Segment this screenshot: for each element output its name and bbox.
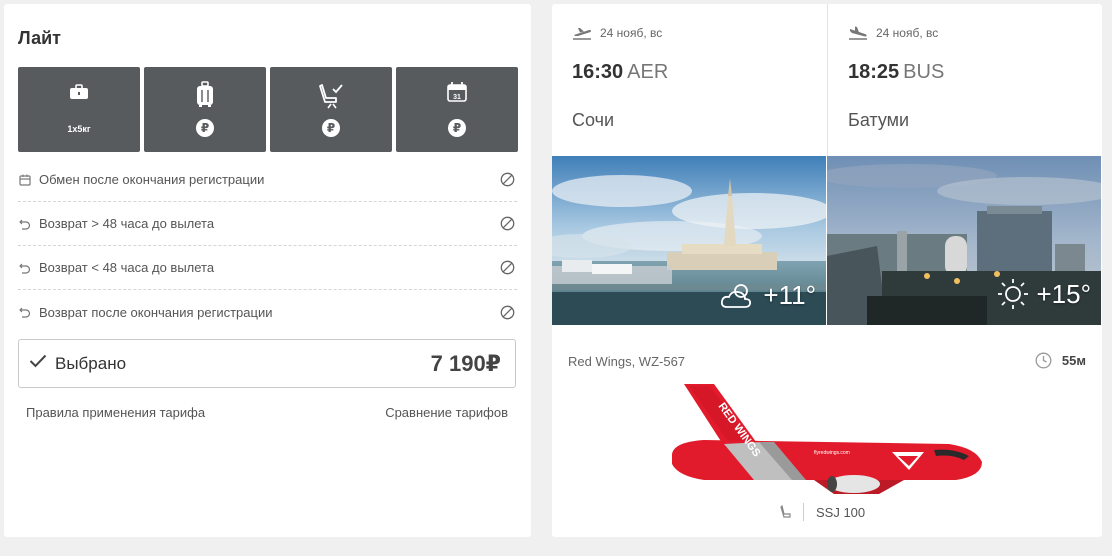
flight-card: 24 нояб, вс 16:30 AER Сочи 24 нояб, вс 18… <box>552 4 1102 537</box>
rule-refund-after-checkin: Возврат после окончания регистрации <box>18 290 517 334</box>
return-arrow-icon <box>19 306 39 318</box>
seat-icon <box>780 505 791 518</box>
rule-label: Возврат после окончания регистрации <box>39 304 273 320</box>
return-arrow-icon <box>19 262 39 274</box>
return-arrow-icon <box>19 218 39 230</box>
tariff-card: Лайт 1x5кг ₽ ₽ 31 ₽ Обмен после окончани… <box>4 4 531 537</box>
aircraft-model: SSJ 100 <box>816 504 866 520</box>
arrival-date: 24 нояб, вс <box>876 26 939 40</box>
not-allowed-icon <box>497 216 515 231</box>
not-allowed-icon <box>497 260 515 275</box>
seat-selection-icon <box>319 84 343 109</box>
divider <box>803 503 804 521</box>
tariff-title: Лайт <box>18 28 61 48</box>
paid-option-icon: ₽ <box>322 119 340 137</box>
rule-label: Возврат > 48 часа до вылета <box>39 216 215 231</box>
arrival-city: Батуми <box>848 110 910 130</box>
duration-value: 55м <box>1061 353 1086 368</box>
calendar-icon: 31 <box>447 82 467 102</box>
briefcase-icon <box>70 84 88 99</box>
departure-time: 16:30 <box>572 61 624 83</box>
not-allowed-icon <box>497 172 515 187</box>
tariff-rules-list: Обмен после окончания регистрации Возвра… <box>18 158 517 334</box>
livery-small-text: flyredwings.com <box>814 450 850 456</box>
flight-duration: 55м <box>1035 352 1086 369</box>
departure-date: 24 нояб, вс <box>600 26 663 40</box>
calendar-small-icon <box>19 174 39 186</box>
arrival-time: 18:25 <box>848 61 900 83</box>
aircraft-image: RED WINGS flyredwings.com <box>672 384 982 494</box>
rule-label: Возврат < 48 часа до вылета <box>39 260 215 275</box>
clock-icon <box>1035 352 1052 369</box>
carrier-flight-number: Red Wings, WZ-567 <box>568 354 686 369</box>
hand-luggage-allowance: 1x5кг <box>67 124 91 134</box>
selected-label: Выбрано <box>55 353 127 373</box>
option-baggage[interactable]: ₽ <box>144 67 266 152</box>
departure-city-photo: +11° <box>552 156 826 325</box>
departure-column: 24 нояб, вс 16:30 AER Сочи <box>552 4 827 156</box>
option-hand-luggage[interactable]: 1x5кг <box>18 67 140 152</box>
departure-weather: +11° <box>719 280 816 311</box>
partly-cloudy-icon <box>721 283 752 308</box>
arrival-airport-code: BUS <box>903 61 945 83</box>
rule-refund-under-48h: Возврат < 48 часа до вылета <box>18 246 517 290</box>
tariff-price: 7 190₽ <box>430 350 501 376</box>
sun-icon <box>998 279 1029 309</box>
tariff-options: 1x5кг ₽ ₽ 31 ₽ <box>18 67 518 152</box>
rule-label: Обмен после окончания регистрации <box>39 172 265 187</box>
rule-exchange-after-checkin: Обмен после окончания регистрации <box>18 158 517 202</box>
paid-option-icon: ₽ <box>448 119 466 137</box>
arrival-city-photo: +15° <box>827 156 1101 325</box>
takeoff-icon <box>573 28 591 40</box>
option-seat-selection[interactable]: ₽ <box>270 67 392 152</box>
departure-airport-code: AER <box>627 61 669 83</box>
option-exchange[interactable]: 31 ₽ <box>396 67 518 152</box>
suitcase-icon <box>197 81 213 107</box>
landing-icon <box>849 26 867 40</box>
aircraft-type: SSJ 100 <box>780 503 865 521</box>
arrival-column: 24 нояб, вс 18:25 BUS Батуми <box>827 4 1102 156</box>
svg-text:31: 31 <box>453 94 461 101</box>
departure-temperature: +11° <box>763 280 816 310</box>
departure-time-row: 16:30 AER <box>572 61 668 84</box>
arrival-temperature: +15° <box>1036 278 1091 309</box>
arrival-weather: +15° <box>996 277 1091 311</box>
check-icon <box>29 354 49 373</box>
tariff-rules-link[interactable]: Правила применения тарифа <box>26 405 205 420</box>
departure-city: Сочи <box>572 110 615 130</box>
select-tariff-button[interactable]: Выбрано 7 190₽ <box>18 339 516 388</box>
compare-tariffs-link[interactable]: Сравнение тарифов <box>385 405 508 420</box>
not-allowed-icon <box>497 305 515 320</box>
arrival-time-row: 18:25 BUS <box>848 61 944 84</box>
paid-option-icon: ₽ <box>196 119 214 137</box>
rule-refund-over-48h: Возврат > 48 часа до вылета <box>18 202 517 246</box>
